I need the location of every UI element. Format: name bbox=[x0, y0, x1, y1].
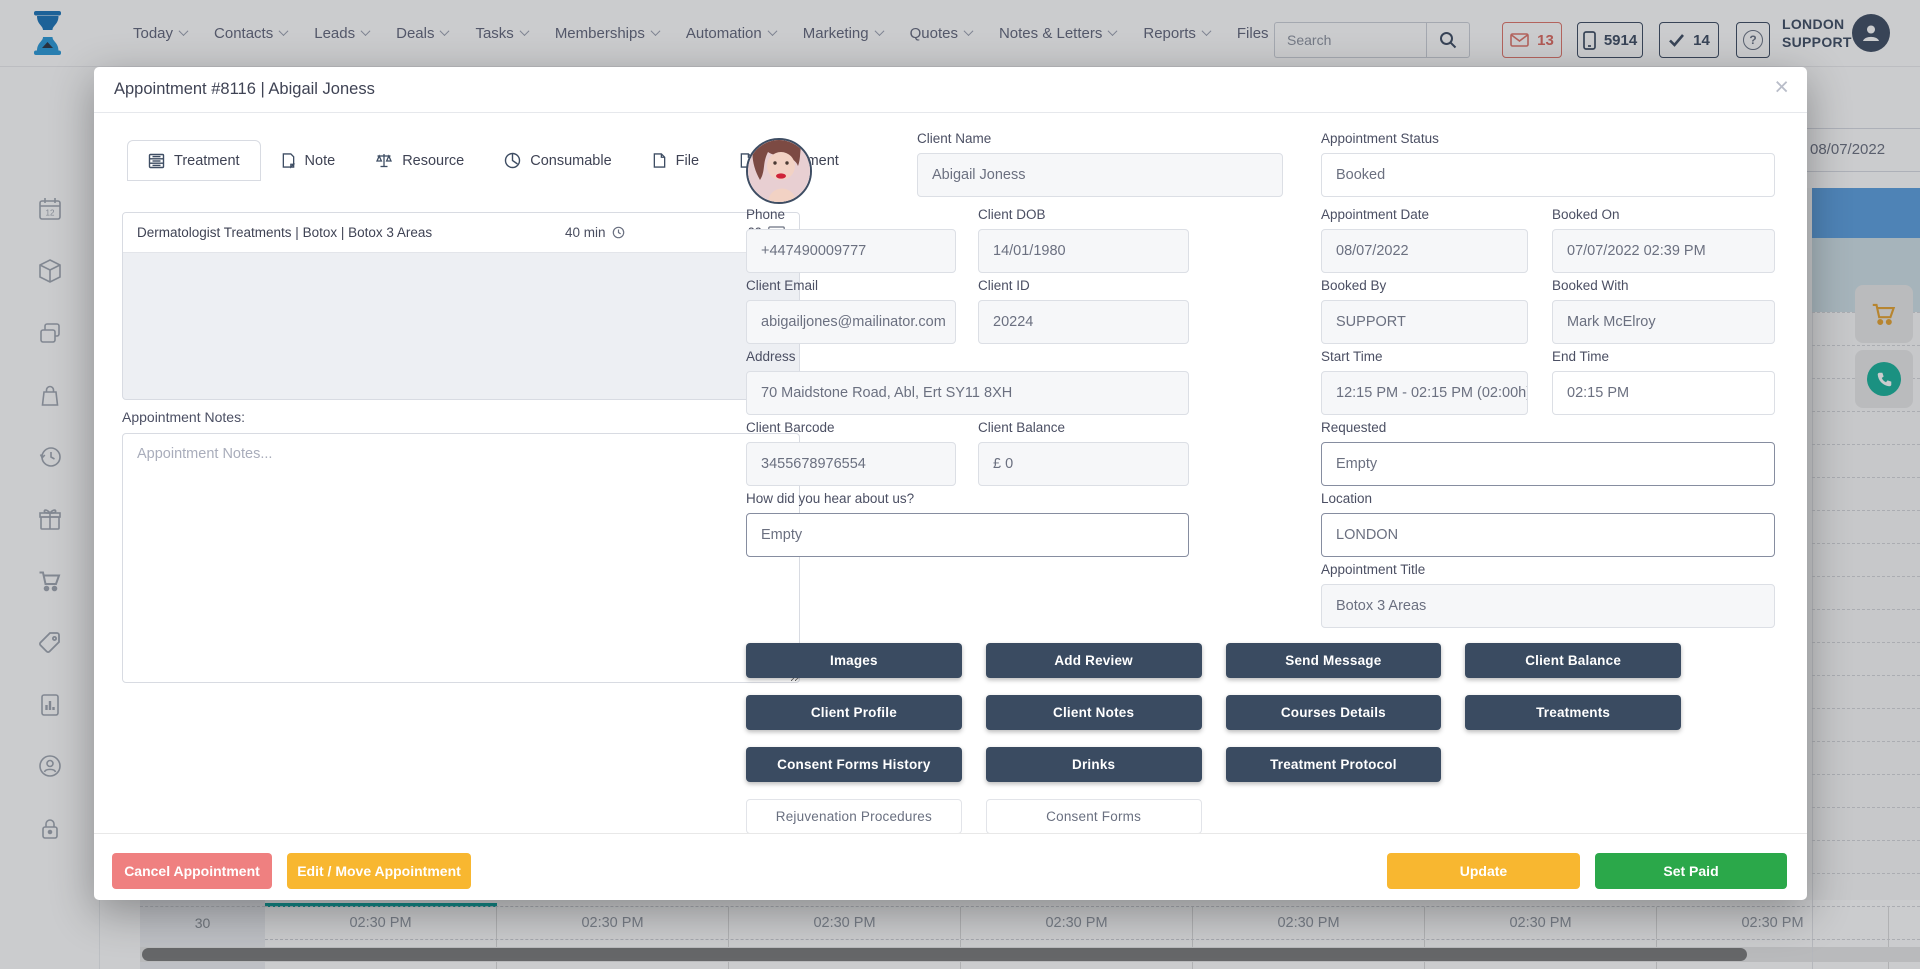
tab-file[interactable]: File bbox=[632, 140, 719, 181]
booked-by-field: Booked By SUPPORT bbox=[1321, 278, 1528, 344]
action-button[interactable]: Treatment Protocol bbox=[1226, 747, 1442, 782]
appointment-title-field: Appointment Title Botox 3 Areas bbox=[1321, 562, 1775, 628]
client-dob-input[interactable]: 14/01/1980 bbox=[978, 229, 1189, 273]
treatment-name: Dermatologist Treatments | Botox | Botox… bbox=[137, 225, 565, 240]
client-name-input[interactable]: Abigail Joness bbox=[917, 153, 1283, 197]
treatment-list-icon bbox=[148, 153, 165, 169]
address-input[interactable]: 70 Maidstone Road, Abl, Ert SY11 8XH bbox=[746, 371, 1189, 415]
treatment-row[interactable]: Dermatologist Treatments | Botox | Botox… bbox=[123, 213, 799, 253]
tab-note[interactable]: Note bbox=[261, 140, 356, 181]
set-paid-button[interactable]: Set Paid bbox=[1595, 853, 1787, 889]
tab-resource[interactable]: Resource bbox=[355, 140, 484, 181]
start-time-field: Start Time 12:15 PM - 02:15 PM (02:00h) bbox=[1321, 349, 1528, 415]
location-field: Location LONDON bbox=[1321, 491, 1775, 557]
booked-with-field: Booked With Mark McElroy bbox=[1552, 278, 1775, 344]
client-email-field: Client Email abigailjones@mailinator.com bbox=[746, 278, 956, 344]
client-avatar bbox=[746, 138, 812, 204]
phone-field: Phone +447490009777 bbox=[746, 207, 956, 273]
action-button[interactable]: Client Balance bbox=[1465, 643, 1681, 678]
action-button-light[interactable]: Consent Forms bbox=[986, 799, 1202, 834]
client-barcode-field: Client Barcode 3455678976554 bbox=[746, 420, 956, 486]
update-button[interactable]: Update bbox=[1387, 853, 1580, 889]
end-time-input[interactable]: 02:15 PM bbox=[1552, 371, 1775, 415]
client-id-field: Client ID 20224 bbox=[978, 278, 1189, 344]
tab-treatment[interactable]: Treatment bbox=[127, 140, 261, 181]
appointment-notes-label: Appointment Notes: bbox=[122, 409, 245, 425]
client-name-field: Client Name Abigail Joness bbox=[917, 131, 1283, 197]
action-button[interactable]: Client Notes bbox=[986, 695, 1202, 730]
modal-footer: Cancel Appointment Edit / Move Appointme… bbox=[94, 833, 1807, 900]
note-icon bbox=[281, 152, 296, 169]
booked-on-field: Booked On 07/07/2022 02:39 PM bbox=[1552, 207, 1775, 273]
booked-by-input[interactable]: SUPPORT bbox=[1321, 300, 1528, 344]
action-button[interactable]: Courses Details bbox=[1226, 695, 1442, 730]
appointment-title-input[interactable]: Botox 3 Areas bbox=[1321, 584, 1775, 628]
file-icon bbox=[652, 152, 667, 169]
action-button[interactable]: Client Profile bbox=[746, 695, 962, 730]
grid-spacer bbox=[1465, 747, 1681, 782]
edit-move-appointment-button[interactable]: Edit / Move Appointment bbox=[287, 853, 471, 889]
client-id-input[interactable]: 20224 bbox=[978, 300, 1189, 344]
treatment-duration: 40 min bbox=[565, 225, 606, 240]
appointment-status-input[interactable]: Booked bbox=[1321, 153, 1775, 197]
requested-select[interactable]: Empty bbox=[1321, 442, 1775, 486]
modal-header: Appointment #8116 | Abigail Joness × bbox=[94, 67, 1807, 113]
action-button-light[interactable]: Rejuvenation Procedures bbox=[746, 799, 962, 834]
action-button[interactable]: Add Review bbox=[986, 643, 1202, 678]
cancel-appointment-button[interactable]: Cancel Appointment bbox=[112, 853, 272, 889]
appointment-date-field: Appointment Date 08/07/2022 bbox=[1321, 207, 1528, 273]
requested-field: Requested Empty bbox=[1321, 420, 1775, 486]
start-time-input[interactable]: 12:15 PM - 02:15 PM (02:00h) bbox=[1321, 371, 1528, 415]
app-screen: Today Contacts Leads Deals Tasks Members… bbox=[0, 0, 1920, 969]
close-icon[interactable]: × bbox=[1774, 75, 1789, 100]
action-button[interactable]: Treatments bbox=[1465, 695, 1681, 730]
client-email-input[interactable]: abigailjones@mailinator.com bbox=[746, 300, 956, 344]
hear-about-select[interactable]: Empty bbox=[746, 513, 1189, 557]
action-button[interactable]: Drinks bbox=[986, 747, 1202, 782]
booked-on-input[interactable]: 07/07/2022 02:39 PM bbox=[1552, 229, 1775, 273]
pie-icon bbox=[504, 152, 521, 169]
appointment-date-input[interactable]: 08/07/2022 bbox=[1321, 229, 1528, 273]
action-button[interactable]: Consent Forms History bbox=[746, 747, 962, 782]
action-button[interactable]: Images bbox=[746, 643, 962, 678]
client-barcode-input[interactable]: 3455678976554 bbox=[746, 442, 956, 486]
appointment-notes-textarea[interactable] bbox=[122, 433, 800, 683]
address-field: Address 70 Maidstone Road, Abl, Ert SY11… bbox=[746, 349, 1189, 415]
phone-input[interactable]: +447490009777 bbox=[746, 229, 956, 273]
appointment-status-field: Appointment Status Booked bbox=[1321, 131, 1775, 197]
client-dob-field: Client DOB 14/01/1980 bbox=[978, 207, 1189, 273]
location-select[interactable]: LONDON bbox=[1321, 513, 1775, 557]
modal-title: Appointment #8116 | Abigail Joness bbox=[114, 80, 375, 99]
booked-with-input[interactable]: Mark McElroy bbox=[1552, 300, 1775, 344]
tab-consumable[interactable]: Consumable bbox=[484, 140, 631, 181]
action-button[interactable]: Send Message bbox=[1226, 643, 1442, 678]
end-time-field: End Time 02:15 PM bbox=[1552, 349, 1775, 415]
appointment-modal: Appointment #8116 | Abigail Joness × Tre… bbox=[94, 67, 1807, 900]
client-balance-input[interactable]: £ 0 bbox=[978, 442, 1189, 486]
client-balance-field: Client Balance £ 0 bbox=[978, 420, 1189, 486]
scales-icon bbox=[375, 152, 393, 169]
treatment-list-panel: Dermatologist Treatments | Botox | Botox… bbox=[122, 212, 800, 400]
action-buttons-grid: Images Add Review Send Message Client Balan… bbox=[746, 643, 1681, 834]
clock-icon bbox=[612, 226, 625, 239]
hear-about-field: How did you hear about us? Empty bbox=[746, 491, 1189, 557]
